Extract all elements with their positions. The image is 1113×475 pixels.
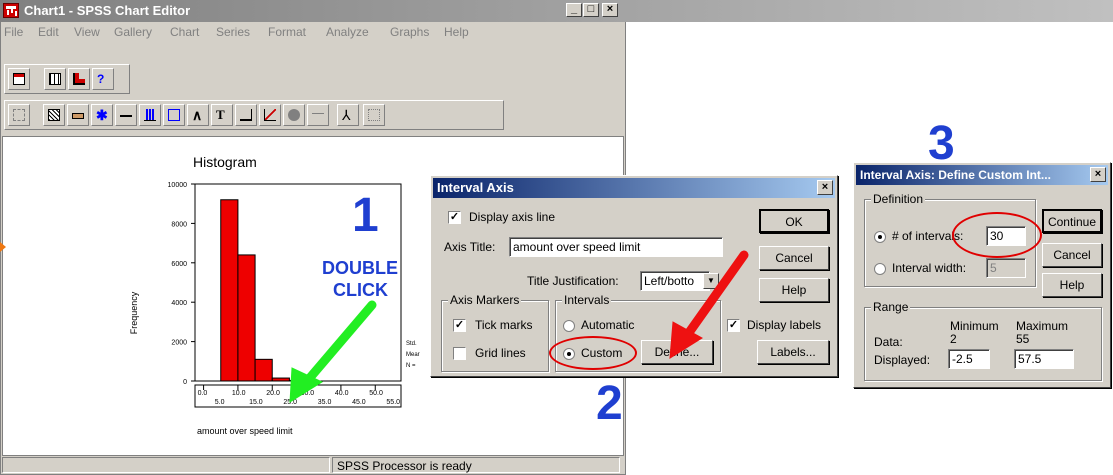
left-edge-arrow <box>0 242 6 252</box>
red-arrow <box>669 250 749 359</box>
green-arrow <box>289 300 377 403</box>
annotation-arrows <box>0 242 749 403</box>
